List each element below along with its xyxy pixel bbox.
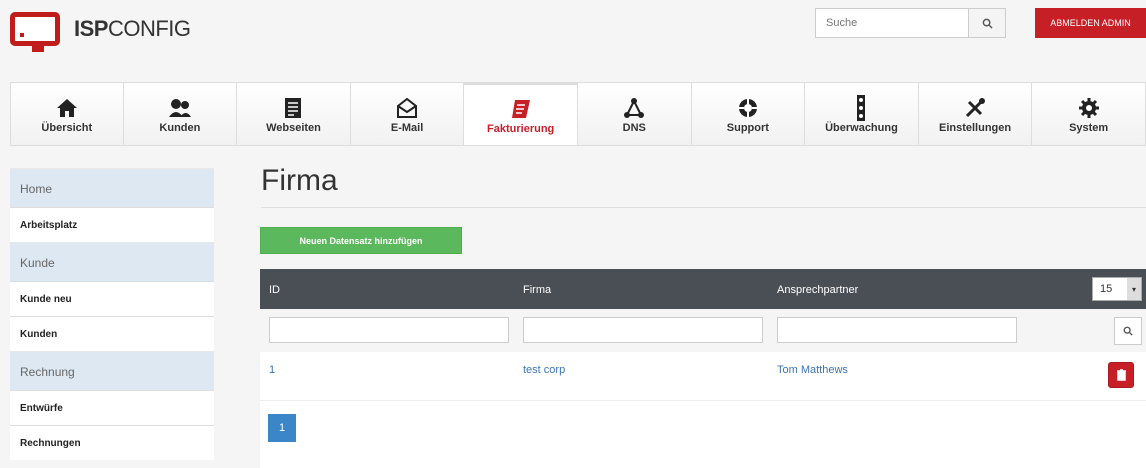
- nav-settings[interactable]: Einstellungen: [918, 82, 1033, 146]
- nav-dns[interactable]: DNS: [577, 82, 692, 146]
- table-header: ID Firma Ansprechpartner 15 ▾: [260, 269, 1146, 309]
- nav-label: Übersicht: [41, 122, 93, 134]
- page-size-value: 15: [1100, 283, 1113, 295]
- search-icon: [982, 18, 993, 29]
- nav-billing[interactable]: Fakturierung: [464, 82, 578, 146]
- users-icon: [168, 94, 192, 122]
- logout-button[interactable]: ABMELDEN ADMIN: [1035, 8, 1146, 38]
- delete-button[interactable]: [1108, 362, 1134, 388]
- dns-icon: [623, 94, 645, 122]
- monitor-icon: [10, 12, 60, 46]
- cell-firma[interactable]: test corp: [523, 364, 565, 376]
- nav-label: System: [1069, 122, 1109, 134]
- dropdown-arrow-icon: ▾: [1127, 278, 1141, 300]
- nav-customers[interactable]: Kunden: [123, 82, 238, 146]
- ispconfig-logo[interactable]: ISPCONFIG: [10, 12, 191, 52]
- sidebar-item-arbeitsplatz[interactable]: Arbeitsplatz: [10, 207, 214, 242]
- nav-websites[interactable]: Webseiten: [237, 82, 351, 146]
- sidebar-item-entwurfe[interactable]: Entwürfe: [10, 390, 214, 425]
- sidebar-heading-kunde: Kunde: [10, 242, 214, 281]
- nav-label: Webseiten: [266, 122, 321, 134]
- nav-label: Kunden: [159, 122, 201, 134]
- invoice-icon: [510, 95, 532, 123]
- sidebar-item-rechnungen[interactable]: Rechnungen: [10, 425, 214, 460]
- nav-email[interactable]: E-Mail: [350, 82, 465, 146]
- cell-contact[interactable]: Tom Matthews: [777, 364, 848, 376]
- document-icon: [283, 94, 303, 122]
- sidebar-heading-home: Home: [10, 168, 214, 207]
- page-title: Firma: [261, 164, 338, 197]
- nav-monitoring[interactable]: Überwachung: [805, 82, 919, 146]
- page-1-button[interactable]: 1: [268, 414, 296, 442]
- nav-system[interactable]: System: [1032, 82, 1146, 146]
- table-row[interactable]: 1 test corp Tom Matthews: [260, 352, 1146, 400]
- column-header-contact[interactable]: Ansprechpartner: [777, 284, 858, 296]
- column-header-id[interactable]: ID: [269, 284, 280, 296]
- filter-contact-input[interactable]: [777, 317, 1017, 343]
- sidebar-item-kunde-neu[interactable]: Kunde neu: [10, 281, 214, 316]
- filter-id-input[interactable]: [269, 317, 509, 343]
- lifebuoy-icon: [737, 94, 759, 122]
- main-navigation: Übersicht Kunden Webseiten E-Mail Faktur…: [10, 82, 1146, 146]
- column-header-firma[interactable]: Firma: [523, 284, 551, 296]
- nav-label: Überwachung: [825, 122, 898, 134]
- page-size-select[interactable]: 15 ▾: [1092, 277, 1142, 301]
- search-button[interactable]: [968, 8, 1006, 38]
- traffic-light-icon: [854, 94, 868, 122]
- pagination: 1: [260, 400, 1146, 468]
- nav-label: Einstellungen: [938, 122, 1012, 134]
- cell-id[interactable]: 1: [269, 364, 275, 376]
- trash-icon: [1116, 369, 1126, 381]
- nav-label: DNS: [622, 122, 646, 134]
- nav-label: E-Mail: [390, 122, 424, 134]
- title-divider: [261, 207, 1146, 208]
- brand-name: ISPCONFIG: [74, 16, 191, 41]
- nav-label: Fakturierung: [487, 123, 555, 135]
- add-record-button[interactable]: Neuen Datensatz hinzufügen: [260, 227, 462, 254]
- gear-icon: [1078, 94, 1100, 122]
- tools-icon: [964, 94, 986, 122]
- sidebar-item-kunden[interactable]: Kunden: [10, 316, 214, 351]
- search-icon: [1123, 326, 1133, 336]
- monitor-stand: [32, 46, 44, 52]
- mail-icon: [396, 94, 418, 122]
- nav-label: Support: [726, 122, 769, 134]
- sidebar: Home Arbeitsplatz Kunde Kunde neu Kunden…: [10, 168, 214, 468]
- search-input[interactable]: [815, 8, 970, 38]
- nav-overview[interactable]: Übersicht: [10, 82, 124, 146]
- filter-search-button[interactable]: [1114, 317, 1142, 345]
- home-icon: [56, 94, 78, 122]
- filter-firma-input[interactable]: [523, 317, 763, 343]
- filter-row: [260, 309, 1146, 352]
- sidebar-heading-rechnung: Rechnung: [10, 351, 214, 390]
- header: ISPCONFIG ABMELDEN ADMIN: [0, 0, 1146, 70]
- nav-support[interactable]: Support: [691, 82, 806, 146]
